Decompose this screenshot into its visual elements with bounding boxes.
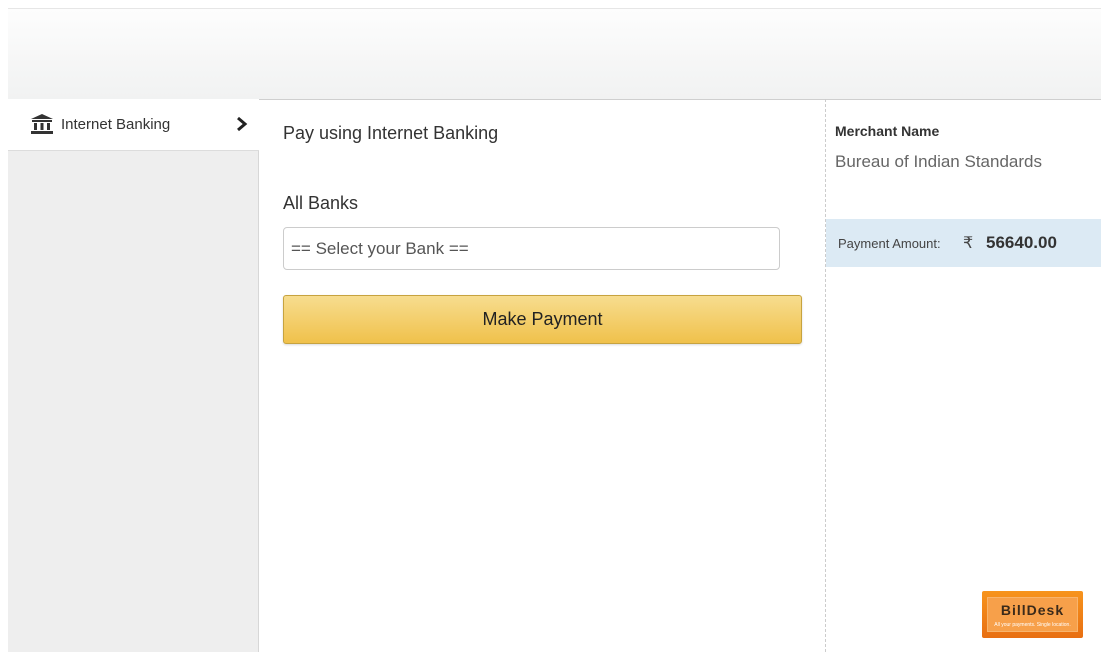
make-payment-label: Make Payment bbox=[482, 309, 603, 329]
make-payment-button[interactable]: Make Payment bbox=[283, 295, 802, 344]
bank-select-value: == Select your Bank == bbox=[291, 238, 469, 258]
bank-icon bbox=[31, 114, 53, 134]
merchant-name-value: Bureau of Indian Standards bbox=[835, 152, 1042, 171]
billdesk-logo-text: BillDesk bbox=[1000, 602, 1065, 618]
billdesk-logo-panel: BillDesk All your payments. Single locat… bbox=[987, 597, 1078, 632]
rupee-symbol: ₹ bbox=[963, 235, 974, 252]
payment-method-sidebar: Internet Banking bbox=[8, 99, 259, 652]
chevron-right-icon bbox=[237, 116, 248, 132]
all-banks-label: All Banks bbox=[283, 193, 359, 213]
payment-amount-value: 56640.00 bbox=[986, 233, 1057, 252]
page-title: Pay using Internet Banking bbox=[283, 123, 499, 143]
top-header bbox=[8, 8, 1101, 100]
sidebar-item-label: Internet Banking bbox=[61, 116, 171, 133]
payment-amount-label: Payment Amount: bbox=[838, 236, 941, 251]
billdesk-logo-tagline: All your payments. Single location. bbox=[994, 622, 1071, 628]
billdesk-logo: BillDesk All your payments. Single locat… bbox=[982, 591, 1083, 638]
merchant-name-label: Merchant Name bbox=[835, 123, 940, 139]
payment-form: Pay using Internet Banking All Banks == … bbox=[259, 99, 825, 652]
order-summary: Merchant Name Bureau of Indian Standards… bbox=[826, 99, 1101, 652]
payment-amount-band: Payment Amount: ₹ 56640.00 bbox=[826, 219, 1101, 267]
sidebar-item-internet-banking[interactable]: Internet Banking bbox=[8, 99, 259, 151]
bank-select[interactable]: == Select your Bank == bbox=[283, 227, 780, 270]
